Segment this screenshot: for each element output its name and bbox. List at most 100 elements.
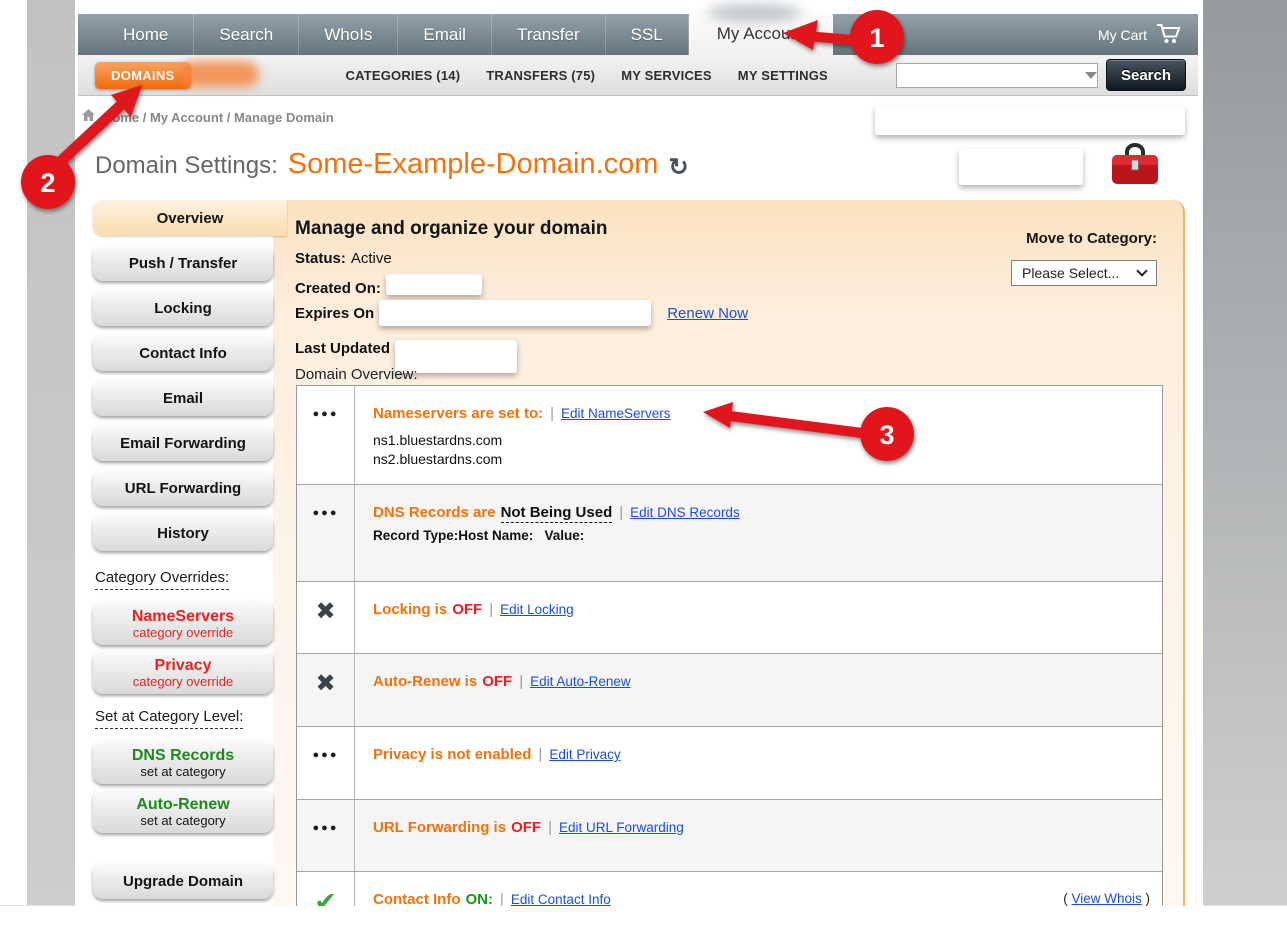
sidebar-item-auto-renew[interactable]: Auto-Renewset at category: [93, 789, 273, 833]
sidebar-item-label: Auto-Renew: [136, 796, 229, 814]
sidebar-item-history[interactable]: History: [93, 515, 273, 551]
redaction-smudge: [707, 4, 802, 22]
sidebar-item-url-forwarding[interactable]: URL Forwarding: [93, 470, 273, 506]
topnav-tab-transfer[interactable]: Transfer: [492, 14, 606, 55]
status-label: Status:: [295, 250, 346, 267]
panel-heading: Manage and organize your domain: [295, 218, 608, 240]
sidebar-item-email[interactable]: Email: [93, 380, 273, 416]
row-title-text: URL Forwarding is: [373, 819, 506, 836]
domain-overview-label: Domain Overview:: [295, 366, 418, 383]
cross-icon: ✖: [315, 670, 335, 697]
topnav-tab-search[interactable]: Search: [194, 14, 299, 55]
sidebar-item-upgrade-domain[interactable]: Upgrade Domain: [93, 863, 273, 899]
my-cart-label: My Cart: [1098, 27, 1147, 43]
row-status-text: Not Being Used: [501, 504, 613, 523]
row-title-text: Locking is: [373, 601, 447, 618]
domain-overview-table: ●●● Nameservers are set to:|Edit NameServ…: [296, 385, 1163, 906]
subnav-item-domains[interactable]: DOMAINS: [95, 62, 191, 89]
row-icon-cell: ✖: [297, 582, 355, 653]
row-icon-cell: ●●●: [297, 800, 355, 871]
sidebar-item-nameservers[interactable]: NameServerscategory override: [93, 601, 273, 645]
sidebar-item-locking[interactable]: Locking: [93, 290, 273, 326]
sidebar-item-label: History: [157, 525, 209, 542]
row-edit-link-edit-privacy[interactable]: Edit Privacy: [549, 747, 620, 762]
row-body: Contact InfoON:|Edit Contact Info( View …: [355, 872, 1162, 906]
overview-panel: Manage and organize your domain Move to …: [273, 200, 1185, 906]
sidebar-item-label: Upgrade Domain: [123, 873, 243, 890]
redaction-box-created: [386, 274, 482, 295]
sidebar-heading-category-overrides-: Category Overrides:: [95, 569, 229, 590]
row-title: Auto-Renew isOFF|Edit Auto-Renew: [373, 673, 1146, 690]
domain-search-combobox[interactable]: [896, 63, 1098, 88]
subnav-item-my-settings[interactable]: MY SETTINGS: [738, 68, 828, 83]
refresh-icon[interactable]: ↻: [668, 153, 688, 182]
separator: |: [619, 504, 623, 521]
topnav-tab-home[interactable]: Home: [98, 14, 194, 55]
separator: |: [500, 891, 504, 906]
sidebar-item-label: URL Forwarding: [125, 480, 241, 497]
row-title: URL Forwarding isOFF|Edit URL Forwarding: [373, 819, 1146, 836]
sidebar-item-privacy[interactable]: Privacycategory override: [93, 650, 273, 694]
row-title: DNS Records areNot Being Used|Edit DNS R…: [373, 504, 1146, 521]
row-edit-link-edit-url-forwarding[interactable]: Edit URL Forwarding: [559, 820, 684, 835]
page-content: HomeSearchWhoIsEmailTransferSSLMy Accoun…: [75, 0, 1203, 906]
view-whois-link[interactable]: View Whois: [1071, 891, 1141, 906]
redaction-box-expires: [379, 300, 651, 326]
cross-icon: ✖: [315, 598, 335, 625]
move-to-category-select[interactable]: Please Select...: [1011, 260, 1157, 286]
row-edit-link-edit-dns-records[interactable]: Edit DNS Records: [630, 505, 740, 520]
row-title: Contact InfoON:|Edit Contact Info: [373, 891, 1146, 906]
sidebar-item-push-transfer[interactable]: Push / Transfer: [93, 245, 273, 281]
dns-record-headers: Record Type:Host Name: Value:: [373, 528, 1146, 543]
row-edit-link-edit-auto-renew[interactable]: Edit Auto-Renew: [530, 674, 631, 689]
separator: |: [548, 819, 552, 836]
row-body: DNS Records areNot Being Used|Edit DNS R…: [355, 485, 1162, 581]
page-title: Domain Settings: Some-Example-Domain.com…: [95, 148, 689, 181]
created-line: Created On:: [295, 274, 482, 303]
topnav-tab-whois[interactable]: WhoIs: [299, 14, 398, 55]
sidebar-item-label: Email Forwarding: [120, 435, 246, 452]
toolbox-icon[interactable]: [1109, 142, 1161, 193]
subnav-item-my-services[interactable]: MY SERVICES: [621, 68, 712, 83]
table-row: ✖ Auto-Renew isOFF|Edit Auto-Renew: [297, 653, 1162, 726]
row-title: Nameservers are set to:|Edit NameServers: [373, 405, 1146, 422]
domain-name: Some-Example-Domain.com: [288, 148, 659, 181]
subnav-item-transfers-75-[interactable]: TRANSFERS (75): [486, 68, 595, 83]
row-edit-link-edit-contact-info[interactable]: Edit Contact Info: [511, 892, 611, 906]
redaction-smudge: [181, 61, 259, 87]
my-cart-button[interactable]: My Cart: [1098, 14, 1182, 55]
sidebar-item-overview[interactable]: Overview: [93, 200, 287, 236]
domains-label: DOMAINS: [111, 68, 175, 83]
sidebar-item-contact-info[interactable]: Contact Info: [93, 335, 273, 371]
domain-search-input[interactable]: [897, 64, 1085, 87]
separator: |: [538, 746, 542, 763]
row-title-text: Privacy is not enabled: [373, 746, 531, 763]
sidebar-item-email-forwarding[interactable]: Email Forwarding: [93, 425, 273, 461]
topnav-tab-my-account[interactable]: My Account: [689, 10, 833, 55]
topnav-tab-ssl[interactable]: SSL: [606, 14, 689, 55]
updated-label: Last Updated: [295, 340, 390, 357]
sidebar-heading-set-at-category-level-: Set at Category Level:: [95, 708, 243, 729]
topnav-items: HomeSearchWhoIsEmailTransferSSLMy Accoun…: [98, 14, 833, 55]
account-sub-navigation: DOMAINS CATEGORIES (14) TRANSFERS (75) MY …: [78, 55, 1198, 96]
search-button[interactable]: Search: [1106, 59, 1186, 91]
subnav-item-categories-14-[interactable]: CATEGORIES (14): [346, 68, 461, 83]
row-status-text: OFF: [452, 601, 482, 618]
move-to-category-value: Please Select...: [1022, 265, 1119, 281]
row-edit-link-edit-nameservers[interactable]: Edit NameServers: [561, 406, 671, 421]
expires-line: Expires On Renew Now: [295, 300, 748, 326]
renew-now-link[interactable]: Renew Now: [667, 305, 748, 322]
row-edit-link-edit-locking[interactable]: Edit Locking: [500, 602, 574, 617]
home-icon: [81, 108, 96, 127]
dots-icon: ●●●: [313, 408, 339, 420]
sidebar-item-dns-records[interactable]: DNS Recordsset at category: [93, 740, 273, 784]
subnav-items: CATEGORIES (14) TRANSFERS (75) MY SERVICES…: [191, 68, 828, 83]
sidebar-item-label: Overview: [157, 210, 224, 227]
nameserver-entry: ns1.bluestardns.com: [373, 431, 1146, 450]
row-status-text: OFF: [482, 673, 512, 690]
sidebar-item-label: Push / Transfer: [129, 255, 237, 272]
row-icon-cell: ●●●: [297, 485, 355, 581]
breadcrumb[interactable]: Home / My Account / Manage Domain: [103, 110, 334, 125]
combobox-dropdown-icon[interactable]: [1085, 72, 1097, 79]
topnav-tab-email[interactable]: Email: [398, 14, 492, 55]
